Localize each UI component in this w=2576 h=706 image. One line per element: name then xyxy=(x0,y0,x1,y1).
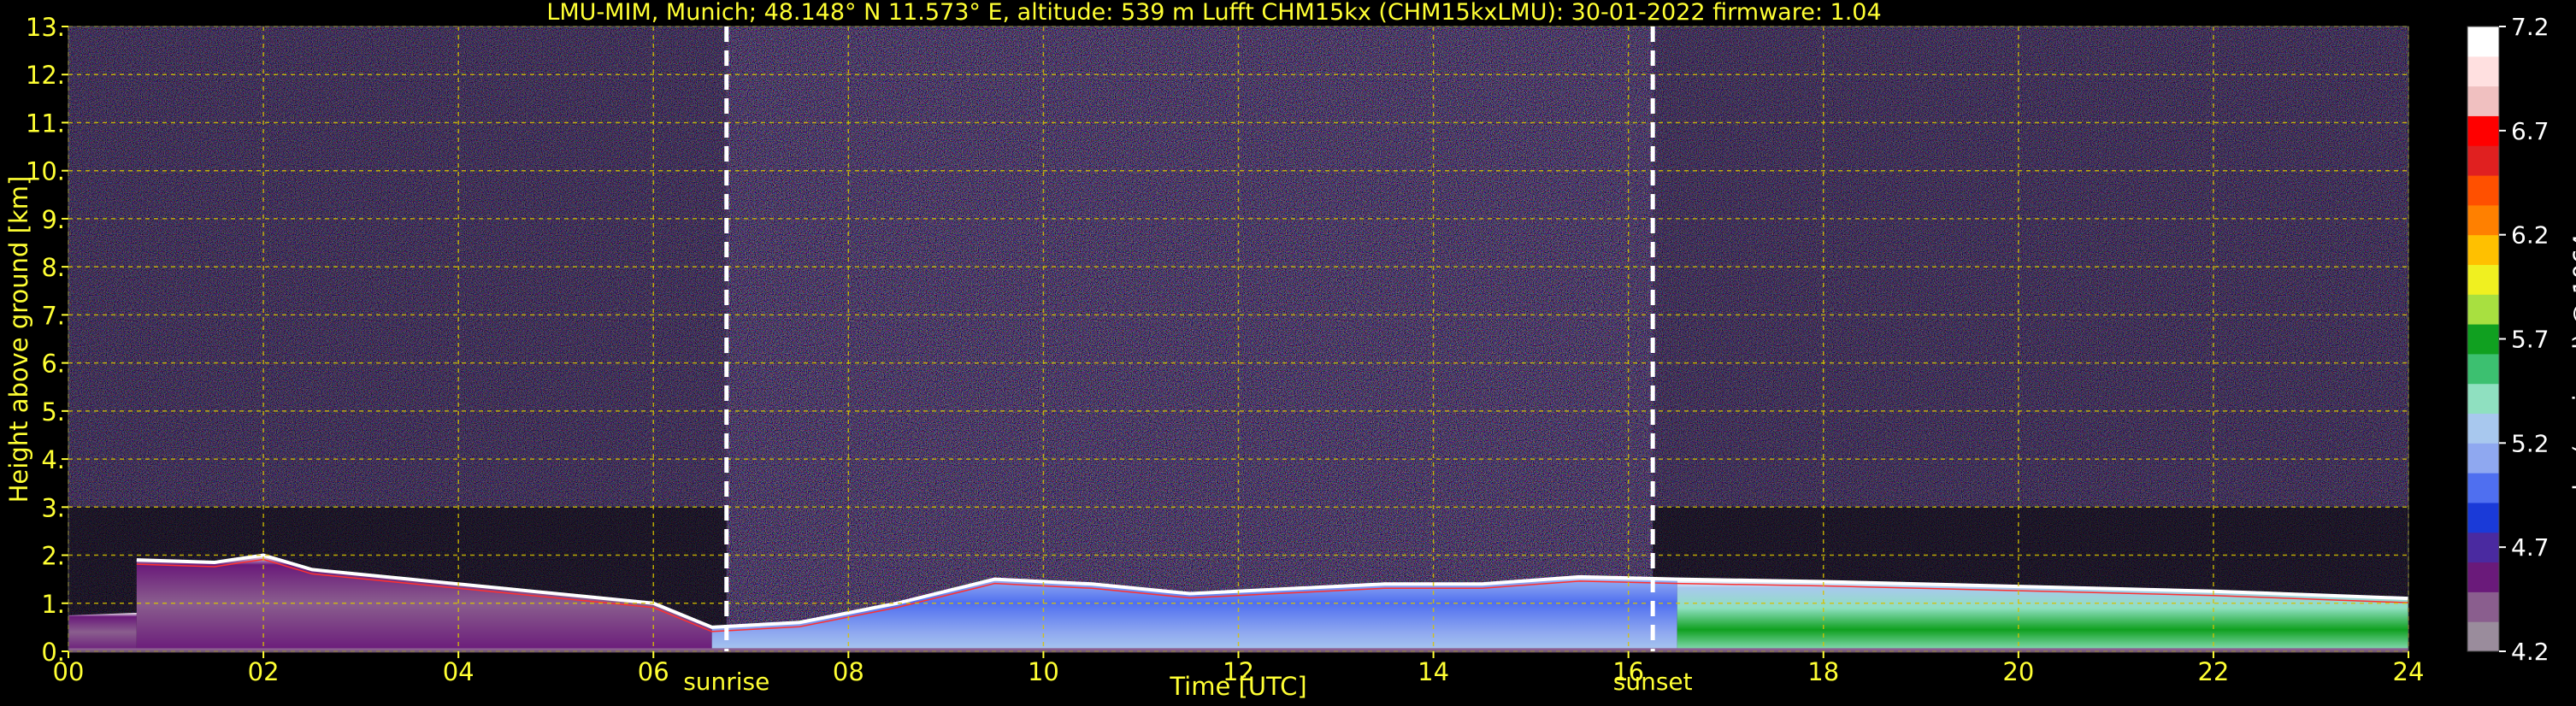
colorbar-segment xyxy=(2467,473,2499,503)
colorbar-segment xyxy=(2467,85,2499,116)
y-tick-label: 11. xyxy=(26,109,65,138)
colorbar-segment xyxy=(2467,532,2499,563)
colorbar-segment xyxy=(2467,294,2499,325)
y-tick-label: 6. xyxy=(41,350,65,379)
colorbar-segment xyxy=(2467,264,2499,295)
event-label-sunrise: sunrise xyxy=(683,668,769,696)
x-axis-label: Time [UTC] xyxy=(1170,672,1307,701)
x-tick-label: 02 xyxy=(248,657,280,686)
x-tick-label: 08 xyxy=(833,657,864,686)
colorbar: 4.2 4.7 5.2 5.7 6.2 6.7 7.2 xyxy=(2467,13,2549,666)
colorbar-segment xyxy=(2467,204,2499,236)
x-tick-label: 24 xyxy=(2393,657,2425,686)
surface-layer-early xyxy=(68,613,137,651)
x-tick-label: 00 xyxy=(53,657,85,686)
colorbar-segment xyxy=(2467,56,2499,87)
colorbar-segment xyxy=(2467,383,2499,415)
x-tick-label: 04 xyxy=(443,657,475,686)
colorbar-segment xyxy=(2467,591,2499,622)
colorbar-segment xyxy=(2467,621,2499,652)
y-tick-label: 1. xyxy=(41,590,65,619)
y-tick-label: 12. xyxy=(26,61,65,90)
x-tick-label: 06 xyxy=(638,657,669,686)
y-tick-label: 9. xyxy=(41,205,65,234)
colorbar-segment xyxy=(2467,324,2499,355)
y-tick-label: 7. xyxy=(41,301,65,330)
colorbar-tick-label: 4.7 xyxy=(2511,533,2549,562)
colorbar-segment xyxy=(2467,145,2499,176)
colorbar-segment xyxy=(2467,443,2499,474)
colorbar-segment xyxy=(2467,115,2499,146)
x-tick-label: 14 xyxy=(1418,657,1449,686)
colorbar-tick-label: 4.2 xyxy=(2511,638,2549,666)
colorbar-segment xyxy=(2467,234,2499,265)
colorbar-tick-label: 5.7 xyxy=(2511,326,2549,354)
y-tick-label: 5. xyxy=(41,397,65,427)
colorbar-segment xyxy=(2467,175,2499,206)
colorbar-segment xyxy=(2467,502,2499,533)
colorbar-label: log(rc-signal) @ 1064 nm xyxy=(2567,187,2576,491)
y-tick-label: 8. xyxy=(41,253,65,282)
chart-title: LMU-MIM, Munich; 48.148° N 11.573° E, al… xyxy=(546,0,1882,26)
x-tick-label: 16 xyxy=(1612,657,1644,686)
y-tick-label: 3. xyxy=(41,493,65,522)
colorbar-segment xyxy=(2467,413,2499,444)
colorbar-tick-label: 5.2 xyxy=(2511,429,2549,457)
ceilometer-figure: sunrise sunset 0. 1. 2. 3. 4. 5. 6. 7. 8. 9. 10. 11.… xyxy=(0,0,2576,706)
colorbar-segment xyxy=(2467,562,2499,592)
y-tick-label: 2. xyxy=(41,542,65,571)
colorbar-tick-label: 6.7 xyxy=(2511,117,2549,145)
backscatter-plot: sunrise sunset 0.1.2.3.4.5.6.7.8.9.10.11.… xyxy=(26,13,2549,696)
colorbar-tick-label: 7.2 xyxy=(2511,13,2549,41)
y-axis-label: Height above ground [km] xyxy=(4,175,33,503)
colorbar-segment xyxy=(2467,353,2499,385)
daytime-noise xyxy=(726,26,1653,651)
x-tick-label: 18 xyxy=(1807,657,1839,686)
colorbar-tick-label: 6.2 xyxy=(2511,221,2549,250)
y-tick-label: 4. xyxy=(41,445,65,474)
x-tick-label: 22 xyxy=(2197,657,2229,686)
x-tick-label: 20 xyxy=(2002,657,2034,686)
colorbar-segment xyxy=(2467,26,2499,57)
x-tick-label: 10 xyxy=(1028,657,1059,686)
